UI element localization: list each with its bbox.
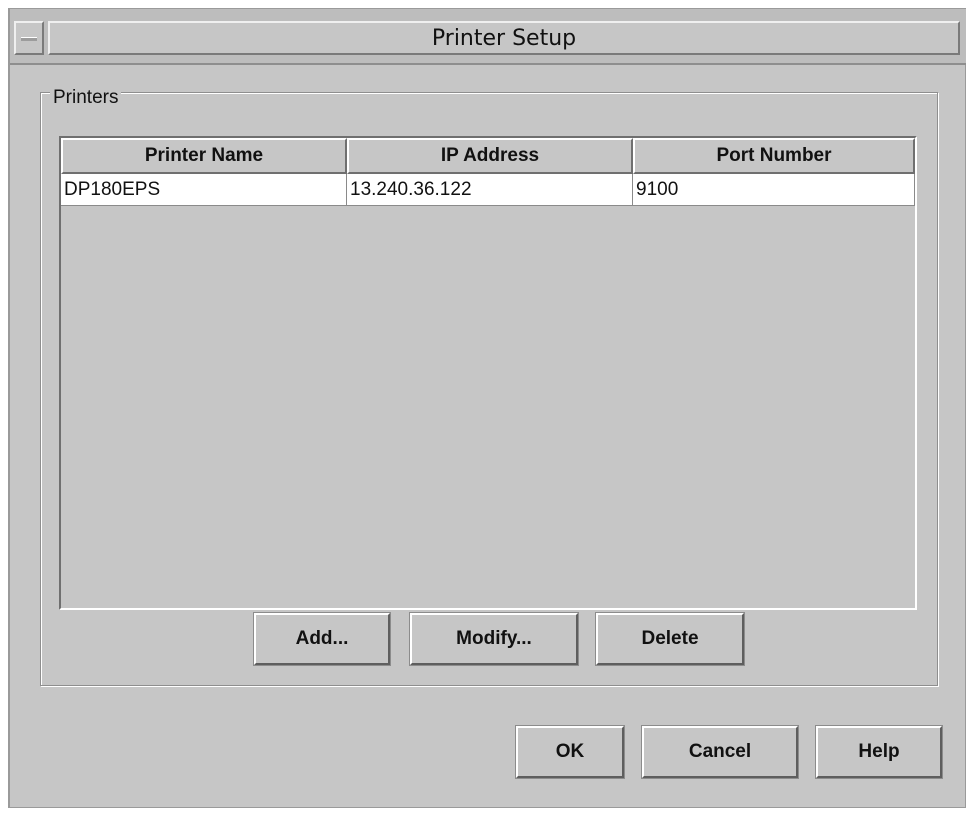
modify-button[interactable]: Modify...: [409, 612, 579, 666]
cell-printer-name[interactable]: DP180EPS: [61, 174, 347, 206]
cancel-button[interactable]: Cancel: [641, 725, 799, 779]
delete-button[interactable]: Delete: [595, 612, 745, 666]
printers-group-label: Printers: [50, 88, 122, 108]
title-drag-area[interactable]: Printer Setup: [48, 21, 960, 55]
column-header-port-number[interactable]: Port Number: [633, 138, 915, 174]
window-title: Printer Setup: [431, 26, 577, 51]
cell-port-number[interactable]: 9100: [633, 174, 915, 206]
title-bar: Printer Setup: [10, 9, 966, 65]
ok-button[interactable]: OK: [515, 725, 625, 779]
add-button[interactable]: Add...: [253, 612, 391, 666]
cell-ip-address[interactable]: 13.240.36.122: [347, 174, 633, 206]
column-header-ip-address[interactable]: IP Address: [347, 138, 633, 174]
column-header-printer-name[interactable]: Printer Name: [61, 138, 347, 174]
help-button[interactable]: Help: [815, 725, 943, 779]
printers-table[interactable]: Printer Name IP Address Port Number DP18…: [59, 136, 917, 610]
window-menu-button[interactable]: [14, 21, 44, 55]
window-menu-icon: [21, 37, 37, 41]
table-header: Printer Name IP Address Port Number: [61, 138, 915, 174]
table-row[interactable]: DP180EPS 13.240.36.122 9100: [61, 174, 915, 206]
